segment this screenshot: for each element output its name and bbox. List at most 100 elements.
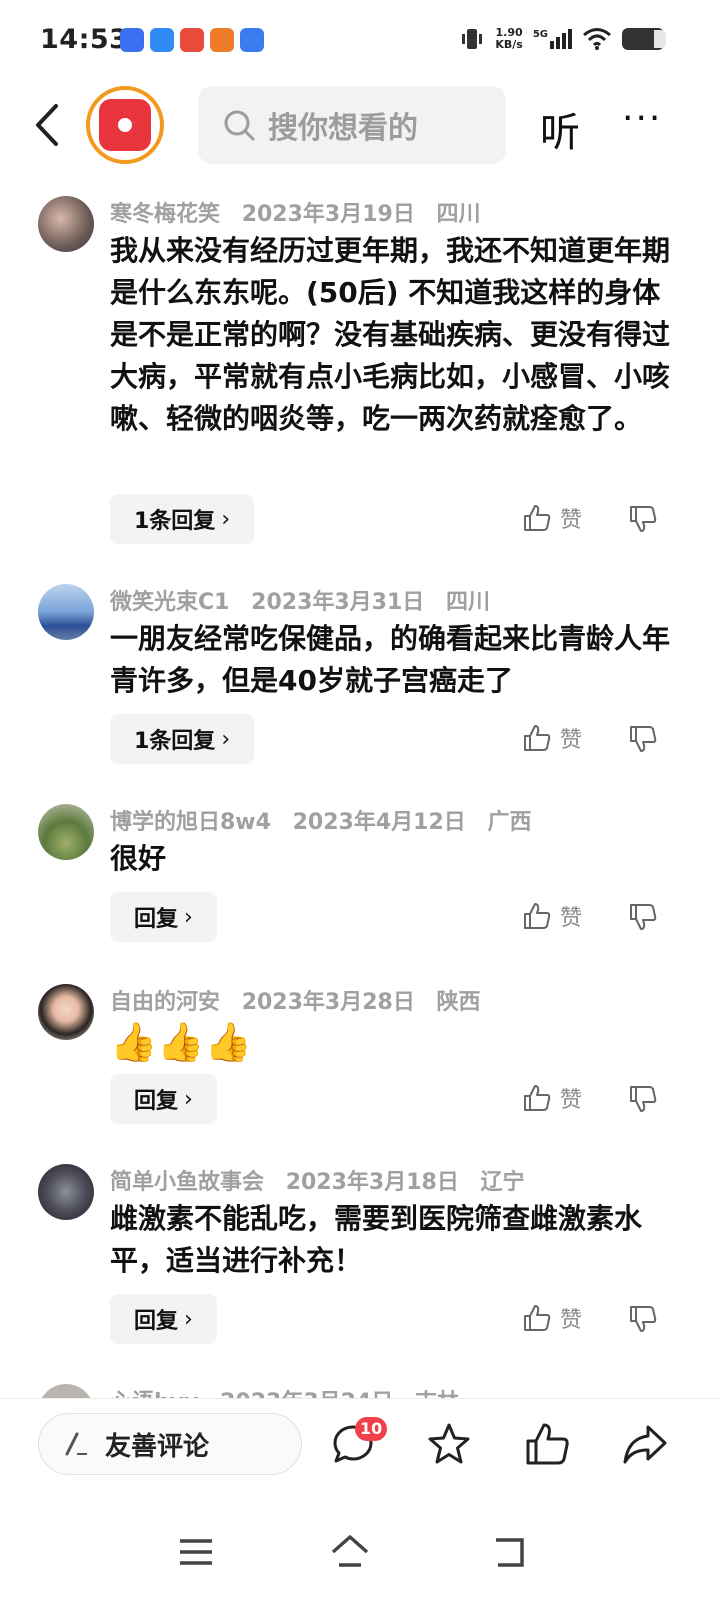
chevron-right-icon: › <box>184 1306 193 1332</box>
comment-username[interactable]: 寒冬梅花笑 <box>110 202 220 227</box>
bottom-action-bar: 友善评论 10 <box>0 1398 720 1498</box>
reply-button[interactable]: 回复 › <box>110 892 217 942</box>
like-button[interactable]: 赞 <box>522 722 582 754</box>
comment-region: 广西 <box>487 810 532 835</box>
notification-icons <box>120 28 264 52</box>
system-nav-bar <box>0 1498 720 1608</box>
like-button[interactable]: 赞 <box>522 1082 582 1114</box>
orange-app-icon <box>210 28 234 52</box>
thumb-up-icon <box>524 903 551 929</box>
share-icon[interactable] <box>622 1421 668 1467</box>
comment-item: 博学的旭日8w4 2023年4月12日 广西 很好 回复 › 赞 <box>0 804 720 964</box>
comment-username[interactable]: 心语byy <box>110 1390 198 1398</box>
battery-icon <box>622 28 666 50</box>
reply-button[interactable]: 1条回复 › <box>110 494 255 544</box>
pen-icon <box>65 1432 87 1456</box>
search-input[interactable]: 搜你想看的 <box>198 86 506 164</box>
comment-meta: 微笑光束C1 2023年3月31日 四川 <box>110 584 504 616</box>
baidu-app-icon <box>120 28 144 52</box>
comment-username[interactable]: 微笑光束C1 <box>110 590 229 615</box>
avatar[interactable] <box>38 1164 94 1220</box>
thumb-down-icon[interactable] <box>628 902 658 932</box>
thumb-down-icon[interactable] <box>628 1084 658 1114</box>
comment-count-badge: 10 <box>355 1417 388 1441</box>
wifi-icon <box>583 28 611 50</box>
thumb-up-icon <box>524 505 551 531</box>
back-icon[interactable] <box>30 102 66 148</box>
menu-icon[interactable] <box>176 1532 216 1572</box>
comment-item: 简单小鱼故事会 2023年3月18日 辽宁 雌激素不能乱吃，需要到医院筛查雌激素… <box>0 1164 720 1364</box>
comment-region: 四川 <box>436 202 481 227</box>
thumb-down-icon[interactable] <box>628 724 658 754</box>
like-button[interactable]: 赞 <box>522 900 582 932</box>
signal-icon: 5G <box>533 29 572 49</box>
comment-item: 微笑光束C1 2023年3月31日 四川 一朋友经常吃保健品，的确看起来比青龄人… <box>0 584 720 784</box>
blue-app-icon <box>150 28 174 52</box>
reply-button[interactable]: 1条回复 › <box>110 714 255 764</box>
thumb-up-icon[interactable] <box>524 1421 570 1467</box>
thumb-up-icon <box>524 1085 551 1111</box>
comment-username[interactable]: 博学的旭日8w4 <box>110 810 271 835</box>
status-bar: 14:53 1.90 KB/s 5G <box>0 0 720 80</box>
avatar[interactable] <box>38 584 94 640</box>
comment-region: 陕西 <box>436 990 481 1015</box>
avatar[interactable] <box>38 1384 94 1398</box>
comment-date: 2023年3月31日 <box>251 590 425 615</box>
thumb-up-icon <box>524 1305 551 1331</box>
comment-date: 2023年3月28日 <box>241 990 415 1015</box>
avatar[interactable] <box>38 984 94 1040</box>
emoji-reaction: 👍👍👍 <box>110 1020 252 1064</box>
comment-date: 2023年3月19日 <box>241 202 415 227</box>
comment-input[interactable]: 友善评论 <box>38 1413 302 1475</box>
chevron-right-icon: › <box>184 904 193 930</box>
avatar[interactable] <box>38 196 94 252</box>
comment-text: 雌激素不能乱吃，需要到医院筛查雌激素水平，适当进行补充！ <box>110 1202 643 1277</box>
return-icon[interactable] <box>490 1532 530 1572</box>
comment-meta: 自由的河安 2023年3月28日 陕西 <box>110 984 495 1016</box>
reply-button[interactable]: 回复 › <box>110 1074 217 1124</box>
search-icon <box>224 110 255 141</box>
comment-region: 四川 <box>445 590 490 615</box>
thumb-up-icon <box>524 725 551 751</box>
more-button[interactable]: ··· <box>622 98 662 139</box>
chevron-right-icon: › <box>221 506 231 532</box>
comment-meta: 心语byy 2023年3月24日 吉林 <box>110 1384 473 1398</box>
search-placeholder: 搜你想看的 <box>268 111 418 146</box>
chevron-right-icon: › <box>184 1086 193 1112</box>
reply-button[interactable]: 回复 › <box>110 1294 217 1344</box>
comment-date: 2023年3月24日 <box>220 1390 393 1398</box>
comment-text: 很好 <box>110 842 167 875</box>
logo-icon <box>99 99 151 151</box>
network-speed: 1.90 KB/s <box>495 26 523 51</box>
status-time: 14:53 <box>40 24 129 55</box>
comment-item: 寒冬梅花笑 2023年3月19日 四川 我从来没有经历过更年期，我还不知道更年期… <box>0 196 720 556</box>
like-button[interactable]: 赞 <box>522 1302 582 1334</box>
comment-item: 自由的河安 2023年3月28日 陕西 👍👍👍 回复 › 赞 <box>0 984 720 1144</box>
top-header: 搜你想看的 听 ··· <box>0 80 720 170</box>
comment-username[interactable]: 简单小鱼故事会 <box>110 1170 264 1195</box>
comment-region: 辽宁 <box>480 1170 525 1195</box>
like-button[interactable]: 赞 <box>522 502 582 534</box>
listen-button[interactable]: 听 <box>540 100 580 158</box>
comment-username[interactable]: 自由的河安 <box>110 990 220 1015</box>
comment-meta: 简单小鱼故事会 2023年3月18日 辽宁 <box>110 1164 539 1196</box>
comment-region: 吉林 <box>415 1390 459 1398</box>
avatar[interactable] <box>38 804 94 860</box>
thumb-down-icon[interactable] <box>628 1304 658 1334</box>
status-indicators: 1.90 KB/s 5G <box>459 26 666 52</box>
game-app-icon <box>180 28 204 52</box>
chevron-right-icon: › <box>221 726 231 752</box>
vibrate-icon <box>462 29 483 49</box>
app-logo[interactable] <box>86 86 164 164</box>
comment-date: 2023年3月18日 <box>285 1170 459 1195</box>
thumb-down-icon[interactable] <box>628 504 658 534</box>
comment-text: 我从来没有经历过更年期，我还不知道更年期是什么东东呢。(50后) 不知道我这样的… <box>110 234 671 435</box>
comment-date: 2023年4月12日 <box>292 810 466 835</box>
comment-text: 一朋友经常吃保健品，的确看起来比青龄人年青许多，但是40岁就子宫癌走了 <box>110 622 671 697</box>
comment-meta: 博学的旭日8w4 2023年4月12日 广西 <box>110 804 545 836</box>
home-icon[interactable] <box>330 1532 370 1572</box>
comment-meta: 寒冬梅花笑 2023年3月19日 四川 <box>110 196 495 228</box>
browser-app-icon <box>240 28 264 52</box>
star-icon[interactable] <box>426 1421 472 1467</box>
comment-item: 心语byy 2023年3月24日 吉林 <box>0 1384 720 1398</box>
